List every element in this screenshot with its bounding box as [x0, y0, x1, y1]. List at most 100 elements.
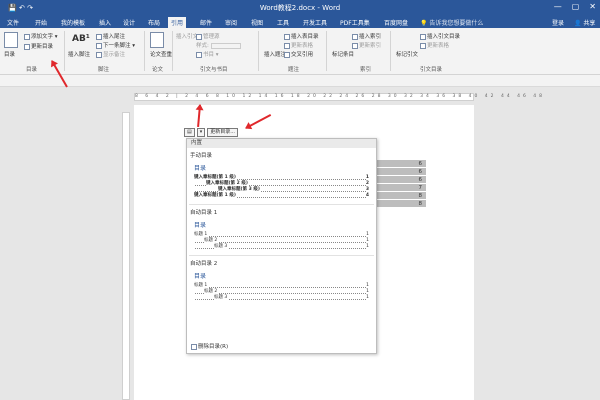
group-label-citation: 引文与书目	[200, 67, 228, 73]
close-button[interactable]: ✕	[589, 2, 596, 11]
toc-icon[interactable]	[4, 32, 18, 48]
toc-line-label: 键入章标题(第 3 级)	[218, 187, 261, 192]
maximize-button[interactable]: ▢	[572, 2, 580, 11]
toc-line-page: 4	[365, 193, 369, 199]
next-footnote-icon	[96, 42, 102, 49]
tab-insert[interactable]: 插入	[96, 17, 114, 28]
remove-toc-label: 删除目录(R)	[198, 344, 229, 350]
group-separator	[326, 31, 327, 71]
toc-page-number: 8	[376, 200, 426, 208]
tab-my-templates[interactable]: 我的模板	[58, 17, 88, 28]
mark-citation-button[interactable]: 标记引文	[396, 50, 418, 58]
toc-line-label: 标题 3	[214, 244, 229, 249]
tab-tools[interactable]: 工具	[274, 17, 292, 28]
table-of-figures-icon	[284, 33, 290, 40]
show-notes-icon	[96, 51, 102, 58]
update-index-button[interactable]: 更新索引	[352, 41, 381, 49]
endnote-icon	[96, 33, 102, 40]
gallery-section-title: 手动目录	[190, 153, 213, 159]
group-label-toc: 目录	[26, 67, 38, 73]
toc-leader-dots	[195, 287, 366, 288]
insert-authorities-label: 插入引文目录	[427, 34, 461, 40]
cross-reference-icon	[284, 51, 290, 58]
cross-reference-button[interactable]: 交叉引用	[284, 50, 313, 58]
window-title: Word教程2.docx - Word	[259, 4, 341, 12]
toc-line-label: 键入章标题(第 2 级)	[206, 181, 249, 186]
tell-me-search[interactable]: 💡 告诉我您想要做什么	[420, 18, 483, 27]
share-button[interactable]: 👤 共享	[574, 18, 595, 27]
tab-home[interactable]: 开始	[32, 17, 50, 28]
citation-style-select[interactable]: 样式:	[196, 41, 241, 49]
minimize-button[interactable]: —	[554, 2, 562, 11]
auto-toc-1-option[interactable]: 目录 标题 11 标题 21 标题 31	[187, 216, 376, 252]
remove-toc-button[interactable]: 删除目录(R)	[191, 342, 228, 350]
quick-access-row	[0, 75, 600, 87]
insert-endnote-button[interactable]: 插入尾注	[96, 32, 125, 40]
toc-line-page: 1	[366, 244, 369, 250]
insert-citation-button[interactable]: 插入引文	[176, 32, 198, 40]
toc-button-label[interactable]: 目录	[4, 50, 15, 58]
update-toc-label: 更新目录	[31, 44, 54, 50]
refresh-icon	[24, 43, 30, 50]
insert-authorities-button[interactable]: 插入引文目录	[420, 32, 460, 40]
toc-dropdown-button[interactable]: ▾	[196, 128, 206, 137]
tab-mailings[interactable]: 邮件	[197, 17, 215, 28]
tab-layout[interactable]: 布局	[145, 17, 163, 28]
update-table-button[interactable]: 更新表格	[284, 41, 313, 49]
title-bar: 💾 ↶ ↷ Word教程2.docx - Word — ▢ ✕	[0, 0, 600, 16]
tab-review[interactable]: 审阅	[222, 17, 240, 28]
insert-caption-button[interactable]: 插入题注	[264, 50, 286, 58]
window-controls: — ▢ ✕	[554, 2, 596, 11]
bibliography-label: 书目 ▾	[203, 52, 219, 58]
tab-references[interactable]: 引用	[168, 17, 187, 28]
paper-check-button[interactable]: 论文查重	[150, 50, 172, 58]
manage-sources-button[interactable]: 管理源	[196, 32, 220, 40]
tab-baidu-netdisk[interactable]: 百度网盘	[381, 17, 411, 28]
bibliography-button[interactable]: 书目 ▾	[196, 50, 219, 58]
tab-view[interactable]: 视图	[248, 17, 266, 28]
insert-index-button[interactable]: 插入索引	[352, 32, 381, 40]
update-toc-ribbon-button[interactable]: 更新目录	[24, 42, 53, 50]
mark-entry-button[interactable]: 标记条目	[332, 50, 354, 58]
ab-footnote-icon[interactable]: AB¹	[72, 34, 90, 44]
manual-toc-option[interactable]: 目录 键入章标题(第 1 级) 1 键入章标题(第 2 级) 2 键入章标题(第 3…	[187, 159, 376, 201]
insert-table-of-figures-button[interactable]: 插入表目录	[284, 32, 319, 40]
show-notes-label: 显示备注	[103, 52, 126, 58]
tab-file[interactable]: 文件	[4, 17, 22, 28]
bibliography-icon	[196, 51, 202, 58]
update-authorities-label: 更新表格	[427, 43, 450, 49]
paper-check-icon[interactable]	[150, 32, 164, 48]
style-input[interactable]	[210, 42, 241, 49]
add-text-label: 添加文字 ▾	[31, 34, 58, 40]
insert-endnote-label: 插入尾注	[103, 34, 126, 40]
toc-preview-line: 标题 3 1	[189, 244, 374, 250]
auto-toc-2-option[interactable]: 目录 标题 11 标题 21 标题 31	[187, 267, 376, 303]
toc-gallery-dropdown: 内置 手动目录 目录 键入章标题(第 1 级) 1 键入章标题(第 2 级) 2 键…	[186, 138, 377, 354]
next-footnote-button[interactable]: 下一条脚注 ▾	[96, 41, 135, 49]
update-table-label: 更新表格	[291, 43, 314, 49]
gallery-section-title: 自动目录 1	[190, 210, 218, 216]
tab-pdf-tools[interactable]: PDF工具集	[337, 17, 373, 28]
group-label-caption: 题注	[288, 67, 300, 73]
update-authorities-button[interactable]: 更新表格	[420, 41, 449, 49]
tab-design[interactable]: 设计	[120, 17, 138, 28]
update-toc-control-button[interactable]: 更新目录...	[207, 128, 239, 137]
horizontal-ruler[interactable]: 8 6 4 2 | 2 4 6 8 10 12 14 16 18 20 22 2…	[134, 93, 542, 101]
next-footnote-label: 下一条脚注 ▾	[103, 43, 136, 49]
ribbon-references: 目录 添加文字 ▾ 更新目录 目录 AB¹ 插入脚注 插入尾注 下一条脚注 ▾ …	[0, 28, 600, 75]
login-link[interactable]: 登录	[552, 18, 564, 27]
toc-control-icon[interactable]: ▤	[184, 128, 195, 137]
tab-developer[interactable]: 开发工具	[300, 17, 330, 28]
toc-page-number: 6	[376, 168, 426, 176]
gallery-divider	[189, 204, 374, 205]
add-text-button[interactable]: 添加文字 ▾	[24, 32, 58, 40]
insert-footnote-button[interactable]: 插入脚注	[68, 50, 90, 58]
tell-me-text: 告诉我您想要做什么	[429, 20, 484, 27]
insert-table-figures-label: 插入表目录	[291, 34, 319, 40]
toc-line-label: 标题 2	[204, 289, 219, 294]
group-separator	[390, 31, 391, 71]
vertical-ruler[interactable]	[122, 112, 130, 400]
toc-leader-dots	[195, 242, 366, 243]
show-notes-button[interactable]: 显示备注	[96, 50, 125, 58]
add-text-icon	[24, 33, 30, 40]
